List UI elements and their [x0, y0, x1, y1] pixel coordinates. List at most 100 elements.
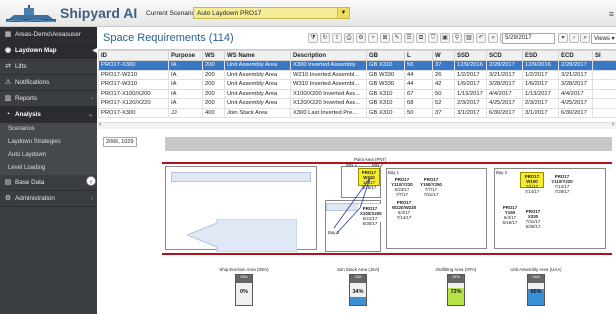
table-cell[interactable]: 42	[432, 79, 455, 90]
table-cell[interactable]: X300 Last Inverted Pre...	[290, 107, 367, 118]
table-cell[interactable]: IA	[168, 98, 203, 109]
hamburger-menu-icon[interactable]: ≡	[609, 9, 614, 19]
table-cell[interactable]: 4/25/2017	[558, 98, 593, 109]
calendar-down-icon[interactable]: ▾	[558, 33, 568, 43]
unit-card[interactable]: PRO17 Y110/Y220 7/14/17 7/28/17	[549, 172, 575, 194]
table-cell[interactable]: 4/25/2017	[486, 98, 523, 109]
column-header[interactable]: SSD	[454, 50, 487, 61]
add-icon[interactable]: +	[368, 33, 378, 43]
sidebar-subitem-scenarios[interactable]: Scenarios	[0, 123, 97, 136]
table-cell[interactable]: Unit Assembly Area	[224, 60, 291, 71]
table-cell[interactable]: JJ	[168, 107, 203, 118]
table-cell[interactable]: 44	[404, 79, 433, 90]
table-cell[interactable]: 200	[202, 79, 225, 90]
sidebar-subitem-laydown-strategies[interactable]: Laydown Strategies	[0, 136, 97, 149]
table-cell[interactable]: 37	[432, 107, 455, 118]
sidebar-subitem-level-loading[interactable]: Level Loading	[0, 162, 97, 175]
table-cell[interactable]: IA	[168, 79, 203, 90]
table-cell[interactable]: 2/3/2017	[454, 98, 487, 109]
next-icon[interactable]: ›	[569, 33, 579, 43]
table-cell[interactable]: 1/6/2017	[522, 79, 559, 90]
table-cell[interactable]: PRO17-X100/X200	[98, 88, 169, 99]
unit-card[interactable]: PRO17 W100 7/1/17 7/14/17	[520, 172, 544, 194]
list-icon[interactable]: ☰	[404, 33, 414, 43]
table-cell[interactable]	[592, 69, 616, 80]
area-gauge[interactable]: JSA 34%	[349, 274, 367, 306]
table-cell[interactable]: 68	[404, 98, 433, 109]
area-gauge[interactable]: SEA 0%	[235, 274, 253, 306]
table-cell[interactable]: X120/X220 Inverted Ass...	[290, 98, 367, 109]
table-cell[interactable]: GB X310	[366, 88, 405, 99]
sidebar-subitem-auto-laydown[interactable]: Auto Laydown	[0, 149, 97, 162]
table-cell[interactable]	[592, 107, 616, 118]
column-header[interactable]: SI	[592, 50, 616, 61]
table-cell[interactable]: 3/21/2017	[486, 69, 523, 80]
print-icon[interactable]: ⎙	[344, 33, 354, 43]
scroll-right-icon[interactable]: ›	[612, 122, 614, 128]
table-cell[interactable]	[592, 60, 616, 71]
fit-icon[interactable]: ⊠	[380, 33, 390, 43]
table-cell[interactable]: 52	[432, 98, 455, 109]
settings-icon[interactable]: ⚙	[356, 33, 366, 43]
table-cell[interactable]: Unit Assembly Area	[224, 88, 291, 99]
table-cell[interactable]: 4/4/2017	[486, 88, 523, 99]
table-cell[interactable]: IA	[168, 88, 203, 99]
last-page-icon[interactable]: »	[580, 33, 590, 43]
filter-icon[interactable]: ⧩	[308, 33, 318, 43]
table-cell[interactable]: W210 Inverted Assembl...	[290, 69, 367, 80]
table-row[interactable]: PRO17-X120/X220 IA 200 Unit Assembly Area X1…	[98, 98, 616, 109]
table-row[interactable]: PRO17-X300 JJ 400 Join Stack Area X300 Last …	[98, 107, 616, 118]
table-cell[interactable]: 200	[202, 69, 225, 80]
table-row[interactable]: PRO17-X100/X200 IA 200 Unit Assembly Area X1…	[98, 88, 616, 99]
sidebar-item-administration[interactable]: ⚙ Administration ‹	[0, 191, 97, 207]
table-cell[interactable]: 2/28/2017	[558, 60, 593, 71]
table-cell[interactable]: 1/13/2017	[454, 88, 487, 99]
column-header[interactable]: W	[432, 50, 455, 61]
table-cell[interactable]: PRO17-X300	[98, 60, 169, 71]
table-cell[interactable]: Unit Assembly Area	[224, 79, 291, 90]
table-cell[interactable]: 4/4/2017	[558, 88, 593, 99]
column-header[interactable]: ECD	[558, 50, 593, 61]
table-cell[interactable]: 44	[404, 69, 433, 80]
export-icon[interactable]: ⇪	[332, 33, 342, 43]
table-cell[interactable]: 3/21/2017	[558, 69, 593, 80]
table-cell[interactable]: PRO17-X120/X220	[98, 98, 169, 109]
column-header[interactable]: Description	[290, 50, 367, 61]
table-cell[interactable]: 1/13/2017	[522, 88, 559, 99]
sidebar-item-notifications[interactable]: ⚠ Notifications	[0, 75, 97, 91]
table-cell[interactable]: 6/30/2017	[558, 107, 593, 118]
table-cell[interactable]: IA	[168, 60, 203, 71]
unit-card[interactable]: PRO17 Y150/Y250 7/7/17 7/21/17	[417, 175, 445, 197]
table-cell[interactable]: 67	[404, 88, 433, 99]
table-cell[interactable]: GB X310	[366, 98, 405, 109]
refresh-icon[interactable]: ↻	[320, 33, 330, 43]
table-cell[interactable]: 3/28/2017	[486, 79, 523, 90]
table-cell[interactable]: IA	[168, 69, 203, 80]
scenario-select[interactable]: Auto Laydown PRO17 ▼	[193, 7, 350, 19]
unit-card[interactable]: PRO17 Y110/Y220 6/23/17 7/7/17	[388, 175, 416, 197]
horizontal-scrollbar[interactable]: ‹ ›	[98, 122, 616, 129]
table-cell[interactable]: GB W330	[366, 69, 405, 80]
image-icon[interactable]: ▨	[464, 33, 474, 43]
table-cell[interactable]: 12/9/2016	[454, 60, 487, 71]
table-cell[interactable]	[592, 79, 616, 90]
column-header[interactable]: L	[404, 50, 433, 61]
table-cell[interactable]	[592, 88, 616, 99]
first-page-icon[interactable]: «	[488, 33, 498, 43]
sidebar-user[interactable]: ▦ Areas-Demo\Areasuser	[0, 27, 97, 43]
unit-card[interactable]: PRO17 X330 7/31/17 6/30/17	[520, 207, 546, 229]
table-cell[interactable]: 200	[202, 98, 225, 109]
edit-icon[interactable]: ✎	[392, 33, 402, 43]
table-cell[interactable]: 3/1/2017	[522, 107, 559, 118]
table-cell[interactable]: Join Stack Area	[224, 107, 291, 118]
table-cell[interactable]: 200	[202, 88, 225, 99]
sidebar-item-base-data[interactable]: ▤ Base Data ‹	[0, 175, 97, 191]
unit-card[interactable]: PRO17 W220/W230 6/4/17 7/14/17	[390, 198, 418, 220]
table-cell[interactable]: 3/1/2017	[454, 107, 487, 118]
table-cell[interactable]: 56	[404, 60, 433, 71]
table-cell[interactable]: 6/30/2017	[486, 107, 523, 118]
table-cell[interactable]: GB W330	[366, 79, 405, 90]
table-cell[interactable]: 50	[432, 88, 455, 99]
sidebar-item-analysis[interactable]: ◔ Analysis ⌄	[0, 107, 97, 123]
table-cell[interactable]: 37	[432, 60, 455, 71]
